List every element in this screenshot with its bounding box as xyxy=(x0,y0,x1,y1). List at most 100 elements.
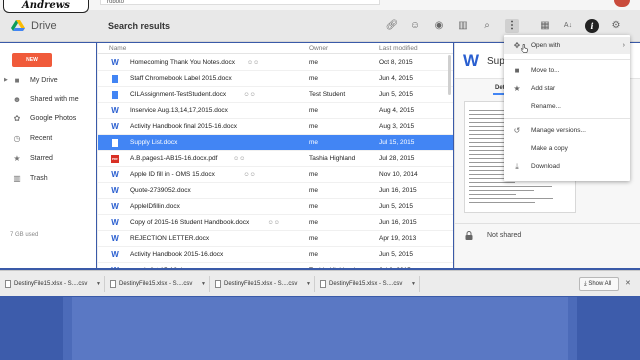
word-file-icon: W xyxy=(111,202,119,211)
page-title: Search results xyxy=(108,21,171,31)
sidebar-item-my-drive[interactable]: ▶ ■ My Drive xyxy=(0,73,96,88)
chevron-right-icon: › xyxy=(622,42,625,49)
preview-text-line xyxy=(469,198,553,199)
word-file-icon: W xyxy=(111,122,119,131)
search-icon[interactable]: ⌕ xyxy=(480,19,494,33)
settings-icon[interactable]: ⚙ xyxy=(609,19,623,33)
file-owner: me xyxy=(309,59,319,66)
show-all-button[interactable]: ⤓ Show All xyxy=(579,277,619,291)
chevron-down-icon[interactable]: ▼ xyxy=(201,276,206,292)
download-item[interactable]: DestinyFile15.xlsx - S....csv ▼ xyxy=(2,276,105,292)
column-name[interactable]: Name xyxy=(109,45,126,52)
word-file-icon: W xyxy=(111,186,119,195)
download-filename: DestinyFile15.xlsx - S....csv xyxy=(119,281,193,287)
table-row[interactable]: W Homecoming Thank You Notes.docx ☺☺ me Oct … xyxy=(98,55,453,71)
preview-icon[interactable]: ◉ xyxy=(432,19,446,33)
file-owner: me xyxy=(309,203,319,210)
folder-move-icon: ■ xyxy=(514,66,520,75)
word-file-icon: W xyxy=(111,267,119,269)
menu-item-add-star[interactable]: ★ Add star xyxy=(504,80,630,97)
menu-item-download[interactable]: ⤓ Download xyxy=(504,158,630,175)
file-name: Apple ID fill in - OMS 15.docx xyxy=(130,171,215,178)
file-icon xyxy=(5,280,11,288)
file-modified: Aug 3, 2015 xyxy=(379,123,415,130)
table-row[interactable]: W REJECTION LETTER.docx me Apr 19, 2013 xyxy=(98,231,453,247)
column-modified[interactable]: Last modified xyxy=(379,45,418,52)
file-owner: me xyxy=(309,75,319,82)
download-icon: ⤓ xyxy=(515,162,519,171)
table-row[interactable]: PDF A.B.pages1-AB15-16.docx.pdf ☺☺ Tashia H… xyxy=(98,151,453,167)
scrollbar[interactable] xyxy=(448,55,451,95)
sidebar-item-recent[interactable]: ◷ Recent xyxy=(0,131,96,146)
table-row[interactable]: W Activity Handbook 2015-16.docx me Jun 5, … xyxy=(98,247,453,263)
more-vert-icon[interactable]: ⋮ xyxy=(505,19,519,33)
app-title[interactable]: Drive xyxy=(31,20,57,32)
chevron-down-icon[interactable]: ▼ xyxy=(306,276,311,292)
new-button[interactable]: NEW xyxy=(12,53,52,67)
chevron-down-icon[interactable]: ▼ xyxy=(96,276,101,292)
table-row[interactable]: Staff Chromebook Label 2015.docx me Jun 4,… xyxy=(98,71,453,87)
doc-file-icon xyxy=(112,91,118,99)
file-name: AppleIDfillin.docx xyxy=(130,203,180,210)
storage-usage[interactable]: 7 GB used xyxy=(10,232,38,238)
download-item[interactable]: DestinyFile15.xlsx - S....csv ▼ xyxy=(317,276,420,292)
file-modified: Jun 16, 2015 xyxy=(379,187,417,194)
menu-item-rename[interactable]: Rename... xyxy=(504,98,630,115)
table-row[interactable]: Supply List.docx me Jul 15, 2015 xyxy=(98,135,453,151)
table-row[interactable]: W Copy of 2015-16 Student Handbook.docx ☺☺… xyxy=(98,215,453,231)
sidebar-item-label: Starred xyxy=(30,155,53,162)
grid-view-icon[interactable]: ▦ xyxy=(538,19,552,33)
drive-logo-icon xyxy=(11,20,25,31)
table-row[interactable]: W Activity Handbook final 2015-16.docx me A… xyxy=(98,119,453,135)
doodle-banner[interactable]: Andrews xyxy=(3,0,89,13)
table-row[interactable]: W Quote-2739052.docx me Jun 16, 2015 xyxy=(98,183,453,199)
menu-item-move-to[interactable]: ■ Move to... xyxy=(504,62,630,79)
sidebar-item-photos[interactable]: ✿ Google Photos xyxy=(0,111,96,126)
menu-item-manage-versions[interactable]: ↺ Manage versions... xyxy=(504,122,630,139)
table-row[interactable]: CILAssignment-TestStudent.docx ☺☺ Test Stu… xyxy=(98,87,453,103)
preview-text-line xyxy=(469,110,509,111)
sidebar-item-shared[interactable]: ☻ Shared with me xyxy=(0,92,96,107)
download-item[interactable]: DestinyFile15.xlsx - S....csv ▼ xyxy=(107,276,210,292)
pdf-file-icon: PDF xyxy=(111,155,119,163)
table-row[interactable]: W Apple ID fill in - OMS 15.docx ☺☺ me Nov 1… xyxy=(98,167,453,183)
close-icon[interactable]: ✕ xyxy=(625,277,631,291)
menu-item-label: Download xyxy=(531,163,560,170)
desktop-background xyxy=(0,297,640,360)
sort-icon[interactable]: A↓ xyxy=(561,19,575,33)
table-row[interactable]: W Inservice Aug.13,14,17,2015.docx me Aug 4… xyxy=(98,103,453,119)
preview-text-line xyxy=(469,186,552,187)
table-row[interactable]: W AppleIDfillin.docx me Jun 5, 2015 xyxy=(98,199,453,215)
file-name: Inservice Aug.13,14,17,2015.docx xyxy=(130,107,228,114)
column-owner[interactable]: Owner xyxy=(309,45,328,52)
info-icon[interactable]: i xyxy=(585,19,599,33)
chevron-down-icon[interactable]: ▼ xyxy=(411,276,416,292)
link-icon[interactable]: 🔗︎ xyxy=(385,19,399,33)
menu-item-make-copy[interactable]: Make a copy xyxy=(504,140,630,157)
file-owner: me xyxy=(309,187,319,194)
folder-icon: ■ xyxy=(14,76,20,85)
menu-item-label: Add star xyxy=(531,85,556,92)
search-input[interactable]: roboto xyxy=(100,0,380,5)
file-name: Homecoming Thank You Notes.docx xyxy=(130,59,236,66)
download-item[interactable]: DestinyFile15.xlsx - S....csv ▼ xyxy=(212,276,315,292)
downloads-bar: DestinyFile15.xlsx - S....csv ▼ DestinyF… xyxy=(0,270,640,296)
download-filename: DestinyFile15.xlsx - S....csv xyxy=(329,281,403,287)
sidebar-item-label: Google Photos xyxy=(30,115,77,122)
word-file-icon: W xyxy=(111,218,119,227)
table-row[interactable]: Wsupply list 15-16.docx Tashia Highland Ju… xyxy=(98,263,453,269)
file-owner: Tashia Highland xyxy=(309,155,356,162)
doc-file-icon xyxy=(112,139,118,147)
sidebar-item-trash[interactable]: ▥ Trash xyxy=(0,171,96,186)
expand-caret-icon[interactable]: ▶ xyxy=(4,73,8,88)
file-owner: me xyxy=(309,219,319,226)
file-icon xyxy=(320,280,326,288)
doc-file-icon xyxy=(112,75,118,83)
trash-icon[interactable]: ▥ xyxy=(456,19,470,33)
file-list: Name Owner Last modified W Homecoming Tha… xyxy=(97,43,453,268)
add-person-icon[interactable]: ☺ xyxy=(408,19,422,33)
divider xyxy=(455,223,640,224)
file-modified: Jul 6, 2015 xyxy=(379,263,411,268)
file-modified: Jul 15, 2015 xyxy=(379,139,415,146)
sidebar-item-starred[interactable]: ★ Starred xyxy=(0,151,96,166)
